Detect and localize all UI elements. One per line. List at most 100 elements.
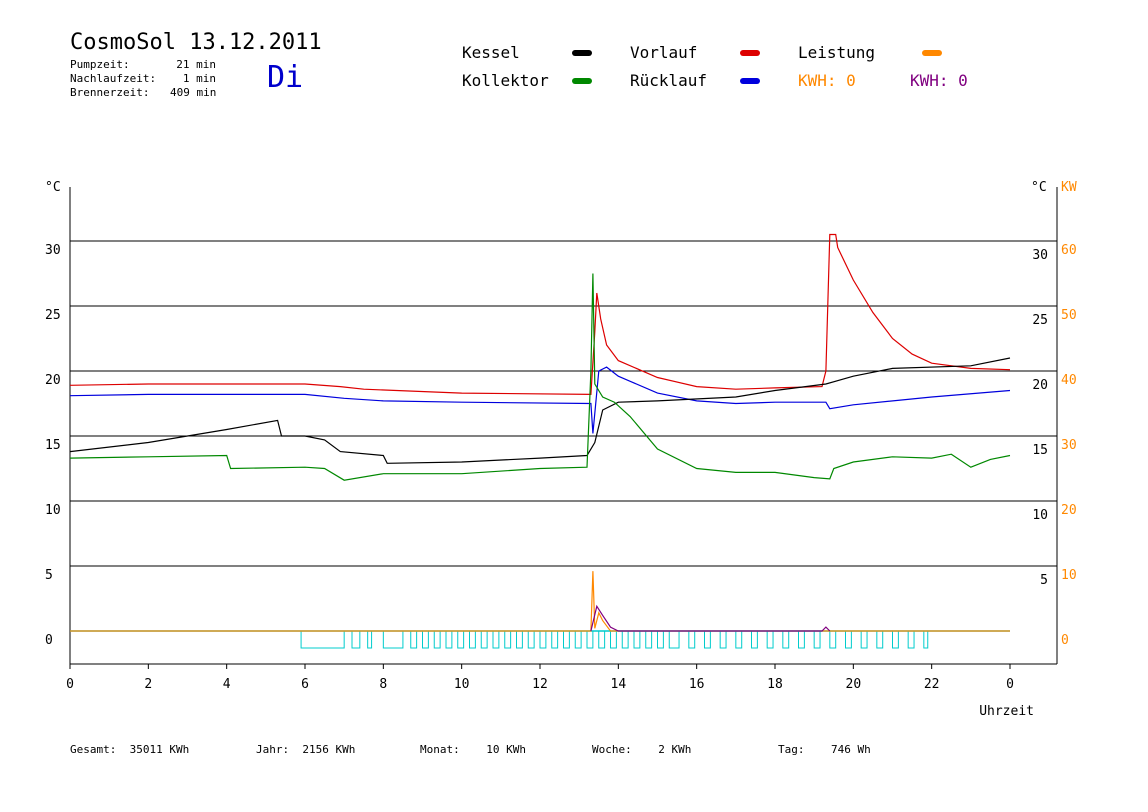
y-tick-label-right: 25 (1032, 313, 1048, 328)
x-tick-label: 10 (454, 677, 470, 692)
pump-interval (860, 630, 868, 649)
x-axis-label: Uhrzeit (979, 704, 1034, 719)
pump-interval (688, 630, 696, 649)
x-tick-label: 8 (379, 677, 387, 692)
y-tick-label-left: 5 (45, 568, 53, 583)
footer-value: 35011 KWh (129, 743, 190, 756)
pump-interval (551, 630, 559, 649)
pump-interval (586, 630, 594, 649)
y-tick-label-right: 20 (1032, 378, 1048, 393)
y-tick-label-right: 10 (1032, 508, 1048, 523)
pump-interval (598, 630, 606, 649)
temperature-chart: 051015202530510152025300102030405060°C °C… (45, 180, 1077, 719)
pump-interval (574, 630, 582, 649)
pump-interval (782, 630, 790, 649)
pump-interval (813, 630, 821, 649)
y-tick-label-kw: 50 (1061, 308, 1077, 323)
pump-interval (433, 630, 441, 649)
pump-interval (527, 630, 535, 649)
footer-monat: Monat: 10 KWh (420, 743, 526, 756)
pump-interval (892, 630, 899, 649)
y-tick-label-kw: 0 (1061, 633, 1069, 648)
pump-interval (735, 630, 743, 649)
series-line-leistung (70, 571, 1010, 632)
footer-label: Tag: (778, 743, 805, 756)
y-tick-label-kw: 10 (1061, 568, 1077, 583)
y-axis-unit-left: °C (45, 180, 61, 195)
y-tick-label-kw: 60 (1061, 243, 1077, 258)
series-line-ruecklauf (69, 366, 1011, 434)
y-tick-label-left: 25 (45, 308, 61, 323)
y-axis-unit-right: °C (1031, 180, 1047, 195)
pump-interval (657, 630, 664, 649)
y-tick-label-left: 30 (45, 243, 61, 258)
x-tick-label: 0 (66, 677, 74, 692)
pump-interval (876, 630, 884, 649)
pump-interval (923, 630, 929, 649)
pump-interval (300, 630, 345, 649)
pump-interval (516, 630, 523, 649)
y-tick-label-left: 10 (45, 503, 61, 518)
x-tick-label: 0 (1006, 677, 1014, 692)
pump-interval (382, 630, 404, 649)
pump-interval (645, 630, 653, 649)
pump-interval (563, 630, 570, 649)
y-tick-label-right: 15 (1032, 443, 1048, 458)
series-line-kollektor (69, 273, 1011, 481)
footer-label: Woche: (592, 743, 632, 756)
x-tick-label: 12 (532, 677, 548, 692)
series-line-kessel (69, 357, 1011, 464)
x-tick-label: 16 (689, 677, 705, 692)
pump-interval (410, 630, 418, 649)
x-tick-label: 20 (846, 677, 862, 692)
footer-tag: Tag: 746 Wh (778, 743, 871, 756)
pump-interval (492, 630, 500, 649)
pump-interval (539, 630, 547, 649)
footer-value: 746 Wh (831, 743, 871, 756)
x-tick-label: 4 (223, 677, 231, 692)
y-tick-label-right: 30 (1032, 248, 1048, 263)
x-tick-label: 6 (301, 677, 309, 692)
y-tick-label-left: 0 (45, 633, 53, 648)
x-tick-label: 18 (767, 677, 783, 692)
x-tick-label: 22 (924, 677, 940, 692)
pump-interval (798, 630, 805, 649)
pump-interval (480, 630, 488, 649)
footer-label: Monat: (420, 743, 460, 756)
footer-value: 2156 KWh (302, 743, 356, 756)
footer-label: Gesamt: (70, 743, 117, 756)
pump-interval (422, 630, 429, 649)
pump-interval (621, 630, 629, 649)
pump-interval (504, 630, 512, 649)
x-tick-label: 2 (144, 677, 152, 692)
pump-interval (469, 630, 476, 649)
y-tick-label-kw: 20 (1061, 503, 1077, 518)
pump-interval (668, 630, 680, 649)
y-tick-label-left: 15 (45, 438, 61, 453)
y-tick-label-left: 20 (45, 373, 61, 388)
pump-interval (719, 630, 727, 649)
pump-interval (751, 630, 758, 649)
pump-interval (766, 630, 774, 649)
pump-interval (367, 630, 373, 649)
series-line-kwh (590, 604, 831, 632)
pump-interval (829, 630, 837, 649)
pump-interval (704, 630, 711, 649)
pump-interval (845, 630, 852, 649)
pump-interval (610, 630, 617, 649)
footer-value: 10 KWh (486, 743, 526, 756)
y-tick-label-right: 5 (1040, 573, 1048, 588)
pump-interval (445, 630, 453, 649)
pump-interval (351, 630, 361, 649)
footer-woche: Woche: 2 KWh (592, 743, 691, 756)
x-tick-label: 14 (611, 677, 627, 692)
series-line-vorlauf (69, 233, 1011, 396)
footer-value: 2 KWh (658, 743, 692, 756)
pump-interval (457, 630, 465, 649)
footer-gesamt: Gesamt: 35011 KWh (70, 743, 189, 756)
footer-jahr: Jahr: 2156 KWh (256, 743, 355, 756)
y-tick-label-kw: 30 (1061, 438, 1077, 453)
pump-interval (907, 630, 915, 649)
footer-label: Jahr: (256, 743, 290, 756)
y-axis-unit-kw: KW (1061, 180, 1077, 195)
